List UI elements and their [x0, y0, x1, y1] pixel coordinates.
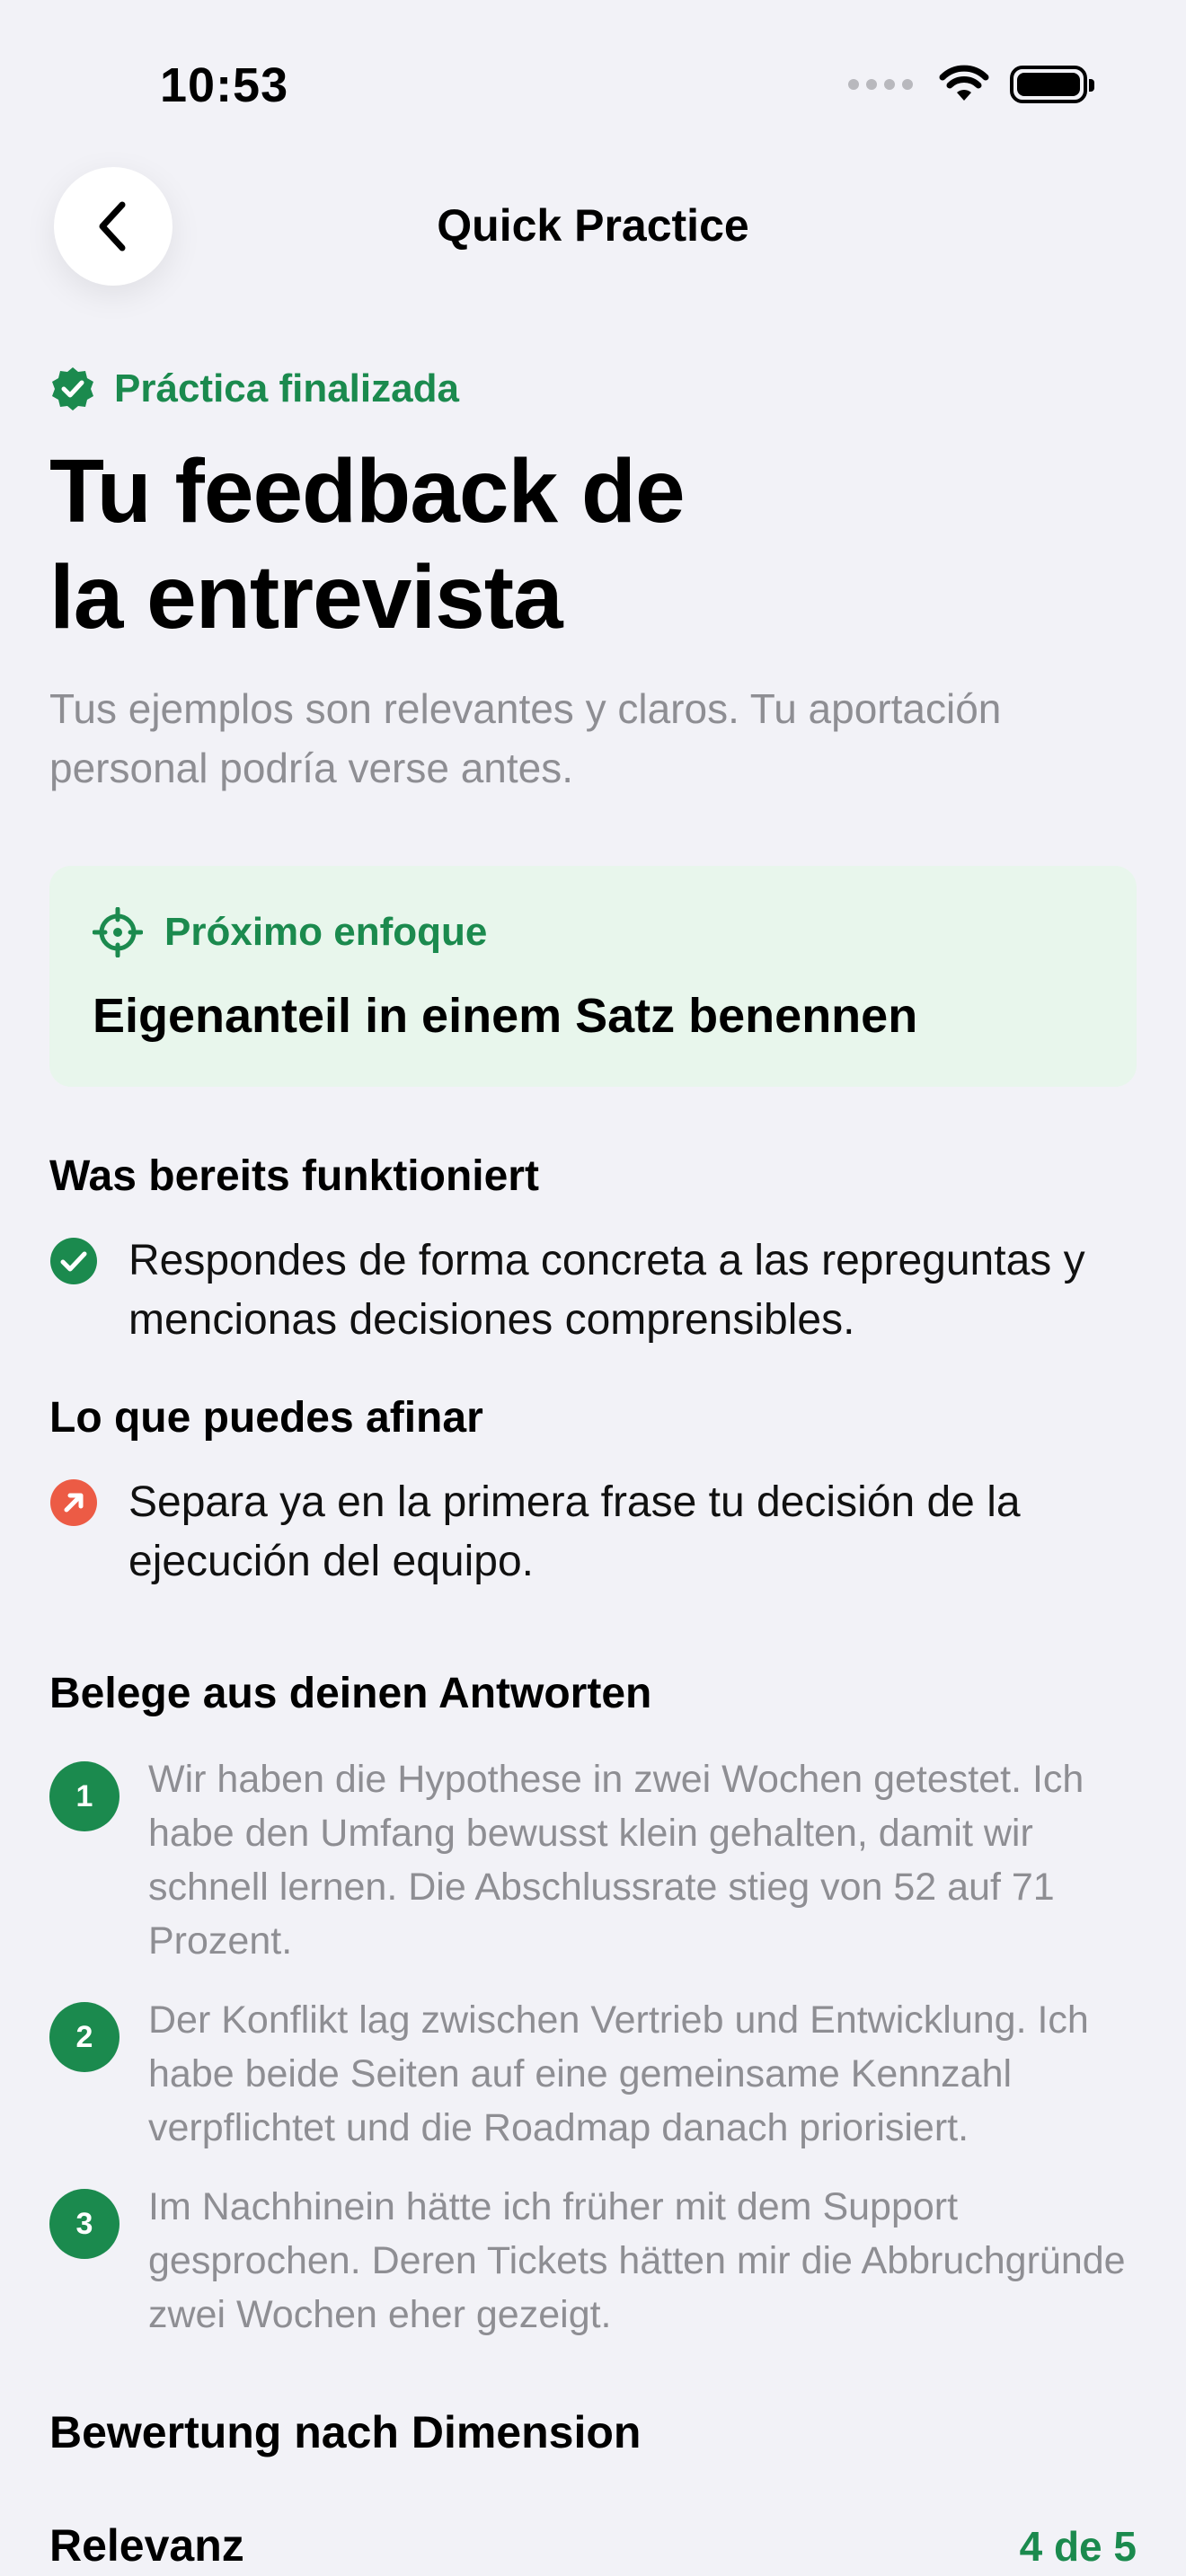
battery-icon [1010, 66, 1094, 103]
evidence-number: 2 [49, 2002, 119, 2072]
page-title-line-2: la entrevista [49, 547, 563, 648]
strengths-title: Was bereits funktioniert [49, 1152, 539, 1200]
evidence-text: Wir haben die Hypothese in zwei Wochen g… [148, 1758, 1084, 1963]
evidence-item: 2 Der Konflikt lag zwischen Vertrieb und… [49, 1993, 1137, 2155]
navigation-bar: Quick Practice [0, 167, 1186, 286]
completion-label: Práctica finalizada [114, 366, 459, 410]
verified-check-icon [52, 367, 93, 410]
target-icon [93, 907, 143, 957]
strength-text: Respondes de forma concreta a las repreg… [128, 1237, 1085, 1344]
evidence-item: 1 Wir haben die Hypothese in zwei Wochen… [49, 1752, 1137, 1968]
evidence-number: 3 [49, 2189, 119, 2259]
evidence-text: Der Konflikt lag zwischen Vertrieb und E… [148, 1998, 1089, 2149]
evidence-text: Im Nachhinein hätte ich früher mit dem S… [148, 2185, 1126, 2336]
dimension-score: 4 de 5 [1019, 2523, 1137, 2570]
dimension-name: Relevanz [49, 2520, 244, 2571]
dimension-row: Relevanz 4 de 5 [49, 2519, 1137, 2572]
dimensions-title: Bewertung nach Dimension [49, 2407, 642, 2457]
page-title-line-1: Tu feedback de [49, 441, 686, 542]
nav-title: Quick Practice [437, 200, 749, 251]
status-time: 10:53 [160, 58, 289, 112]
page-title: Tu feedback de la entrevista [49, 438, 1137, 650]
feedback-summary: Tus ejemplos son relevantes y claros. Tu… [49, 685, 1002, 791]
status-icons [848, 65, 1094, 104]
strength-item: Respondes de forma concreta a las repreg… [49, 1231, 1137, 1350]
completion-badge: Práctica finalizada [49, 357, 1137, 420]
improvement-text: Separa ya en la primera frase tu decisió… [128, 1478, 1021, 1585]
next-focus-label: Próximo enfoque [164, 910, 488, 954]
status-bar: 10:53 [0, 0, 1186, 162]
improvement-item: Separa ya en la primera frase tu decisió… [49, 1473, 1137, 1592]
next-focus-card: Próximo enfoque Eigenanteil in einem Sat… [49, 866, 1137, 1087]
next-focus-value: Eigenanteil in einem Satz benennen [93, 989, 918, 1043]
evidence-title: Belege aus deinen Antworten [49, 1670, 652, 1717]
evidence-item: 3 Im Nachhinein hätte ich früher mit dem… [49, 2180, 1137, 2342]
improvements-title: Lo que puedes afinar [49, 1394, 483, 1442]
arrow-up-right-circle-icon [50, 1479, 97, 1526]
feedback-content: Práctica finalizada Tu feedback de la en… [49, 357, 1137, 2572]
cellular-signal-icon [848, 79, 913, 90]
wifi-icon [939, 65, 989, 101]
check-circle-icon [50, 1238, 97, 1284]
evidence-number: 1 [49, 1761, 119, 1831]
